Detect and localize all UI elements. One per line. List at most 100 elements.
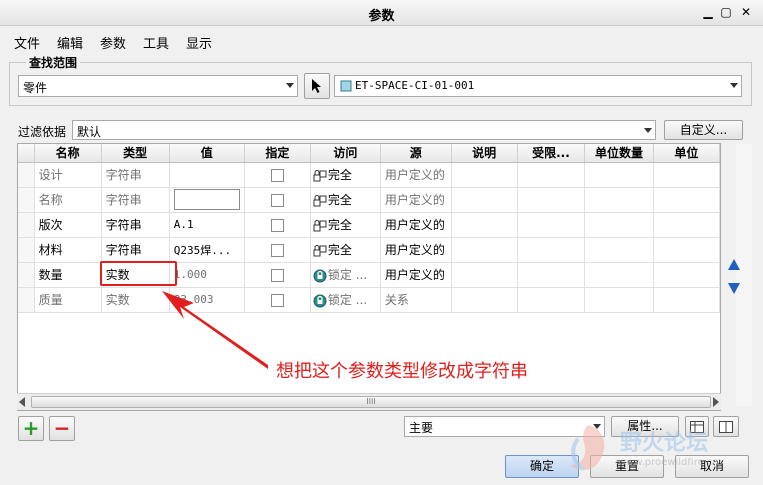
- table-row[interactable]: 材料 字符串 Q235焊... 完全 用户定义的: [18, 237, 720, 263]
- designated-cell[interactable]: [244, 262, 311, 288]
- column-header[interactable]: 单位: [653, 144, 720, 163]
- column-header[interactable]: 指定: [244, 144, 311, 163]
- scroll-left-icon[interactable]: [19, 397, 25, 407]
- unit-cell[interactable]: [653, 287, 720, 313]
- name-cell[interactable]: 数量: [34, 262, 102, 288]
- description-cell[interactable]: [451, 262, 518, 288]
- description-cell[interactable]: [451, 212, 518, 238]
- row-header[interactable]: [18, 287, 35, 313]
- row-header[interactable]: [18, 162, 35, 188]
- model-dropdown[interactable]: ET-SPACE-CI-01-001: [334, 75, 742, 97]
- access-cell[interactable]: 完全: [310, 212, 381, 238]
- unit-cell[interactable]: [653, 262, 720, 288]
- access-cell[interactable]: 完全: [310, 162, 381, 188]
- unit-cell[interactable]: [653, 162, 720, 188]
- vertical-scrollbar[interactable]: [736, 144, 752, 406]
- type-cell[interactable]: 字符串: [101, 187, 170, 213]
- designated-checkbox[interactable]: [270, 293, 284, 307]
- move-up-icon[interactable]: [727, 258, 741, 272]
- name-cell[interactable]: 材料: [34, 237, 102, 263]
- restricted-cell[interactable]: [517, 162, 586, 188]
- name-cell[interactable]: 设计: [34, 162, 102, 188]
- unit-quantity-cell[interactable]: [584, 287, 654, 313]
- row-header[interactable]: [18, 237, 35, 263]
- type-cell[interactable]: 字符串: [101, 162, 170, 188]
- column-header[interactable]: 说明: [451, 144, 518, 163]
- select-pointer-button[interactable]: [304, 73, 330, 99]
- row-header[interactable]: [18, 262, 35, 288]
- description-cell[interactable]: [451, 187, 518, 213]
- table-row[interactable]: 名称 字符串 完全 用户定义的: [18, 187, 720, 213]
- row-header[interactable]: [18, 212, 35, 238]
- row-header[interactable]: [18, 187, 35, 213]
- menu-display[interactable]: 显示: [186, 33, 212, 52]
- source-cell[interactable]: 用户定义的: [380, 237, 452, 263]
- menu-tools[interactable]: 工具: [143, 33, 169, 52]
- add-parameter-button[interactable]: +: [18, 416, 44, 441]
- unit-quantity-cell[interactable]: [584, 237, 654, 263]
- source-cell[interactable]: 用户定义的: [380, 162, 452, 188]
- scroll-thumb[interactable]: IIII: [31, 396, 711, 408]
- column-header[interactable]: 访问: [310, 144, 381, 163]
- unit-quantity-cell[interactable]: [584, 212, 654, 238]
- value-cell[interactable]: [169, 162, 245, 188]
- source-cell[interactable]: 用户定义的: [380, 212, 452, 238]
- unit-cell[interactable]: [653, 212, 720, 238]
- customize-button[interactable]: 自定义...: [664, 120, 743, 140]
- name-cell[interactable]: 版次: [34, 212, 102, 238]
- designated-checkbox[interactable]: [270, 168, 284, 182]
- description-cell[interactable]: [451, 237, 518, 263]
- unit-quantity-cell[interactable]: [584, 187, 654, 213]
- type-cell[interactable]: 字符串: [101, 212, 170, 238]
- menu-file[interactable]: 文件: [14, 33, 40, 52]
- scope-dropdown[interactable]: 零件: [18, 75, 298, 97]
- horizontal-scrollbar[interactable]: IIII: [17, 393, 721, 410]
- column-header[interactable]: 源: [380, 144, 452, 163]
- designated-checkbox[interactable]: [270, 268, 284, 282]
- access-cell[interactable]: 完全: [310, 237, 381, 263]
- description-cell[interactable]: [451, 162, 518, 188]
- column-header[interactable]: 受限...: [517, 144, 586, 163]
- menu-edit[interactable]: 编辑: [57, 33, 83, 52]
- designated-cell[interactable]: [244, 187, 311, 213]
- column-header[interactable]: 类型: [101, 144, 170, 163]
- move-down-icon[interactable]: [727, 281, 741, 295]
- scroll-right-icon[interactable]: [713, 397, 719, 407]
- value-cell[interactable]: [169, 187, 245, 213]
- restricted-cell[interactable]: [517, 187, 586, 213]
- column-header[interactable]: 单位数量: [584, 144, 654, 163]
- designated-cell[interactable]: [244, 162, 311, 188]
- table-row[interactable]: 版次 字符串 A.1 完全 用户定义的: [18, 212, 720, 238]
- restricted-cell[interactable]: [517, 287, 586, 313]
- value-input[interactable]: [173, 189, 240, 210]
- unit-cell[interactable]: [653, 187, 720, 213]
- table-row[interactable]: 设计 字符串 完全 用户定义的: [18, 162, 720, 188]
- column-header[interactable]: 值: [169, 144, 245, 163]
- menu-parameters[interactable]: 参数: [100, 33, 126, 52]
- access-cell[interactable]: 锁定 ...: [310, 287, 381, 313]
- restricted-cell[interactable]: [517, 212, 586, 238]
- maximize-button[interactable]: ▢: [718, 4, 734, 20]
- close-button[interactable]: ✕: [738, 4, 754, 20]
- designated-cell[interactable]: [244, 212, 311, 238]
- restricted-cell[interactable]: [517, 237, 586, 263]
- designated-cell[interactable]: [244, 237, 311, 263]
- minimize-button[interactable]: ▁: [700, 4, 716, 20]
- remove-parameter-button[interactable]: −: [49, 416, 75, 441]
- column-header[interactable]: 名称: [34, 144, 102, 163]
- unit-quantity-cell[interactable]: [584, 262, 654, 288]
- access-cell[interactable]: 锁定 ...: [310, 262, 381, 288]
- filter-dropdown[interactable]: 默认: [72, 120, 656, 140]
- table-row[interactable]: 质量 实数 83.003 锁定 ... 关系: [18, 287, 720, 313]
- source-cell[interactable]: 用户定义的: [380, 262, 452, 288]
- description-cell[interactable]: [451, 287, 518, 313]
- source-cell[interactable]: 用户定义的: [380, 187, 452, 213]
- access-cell[interactable]: 完全: [310, 187, 381, 213]
- value-cell[interactable]: 1.000: [169, 262, 245, 288]
- designated-checkbox[interactable]: [270, 193, 284, 207]
- unit-quantity-cell[interactable]: [584, 162, 654, 188]
- source-cell[interactable]: 关系: [380, 287, 452, 313]
- designated-checkbox[interactable]: [270, 243, 284, 257]
- designated-checkbox[interactable]: [270, 218, 284, 232]
- value-cell[interactable]: Q235焊...: [169, 237, 245, 263]
